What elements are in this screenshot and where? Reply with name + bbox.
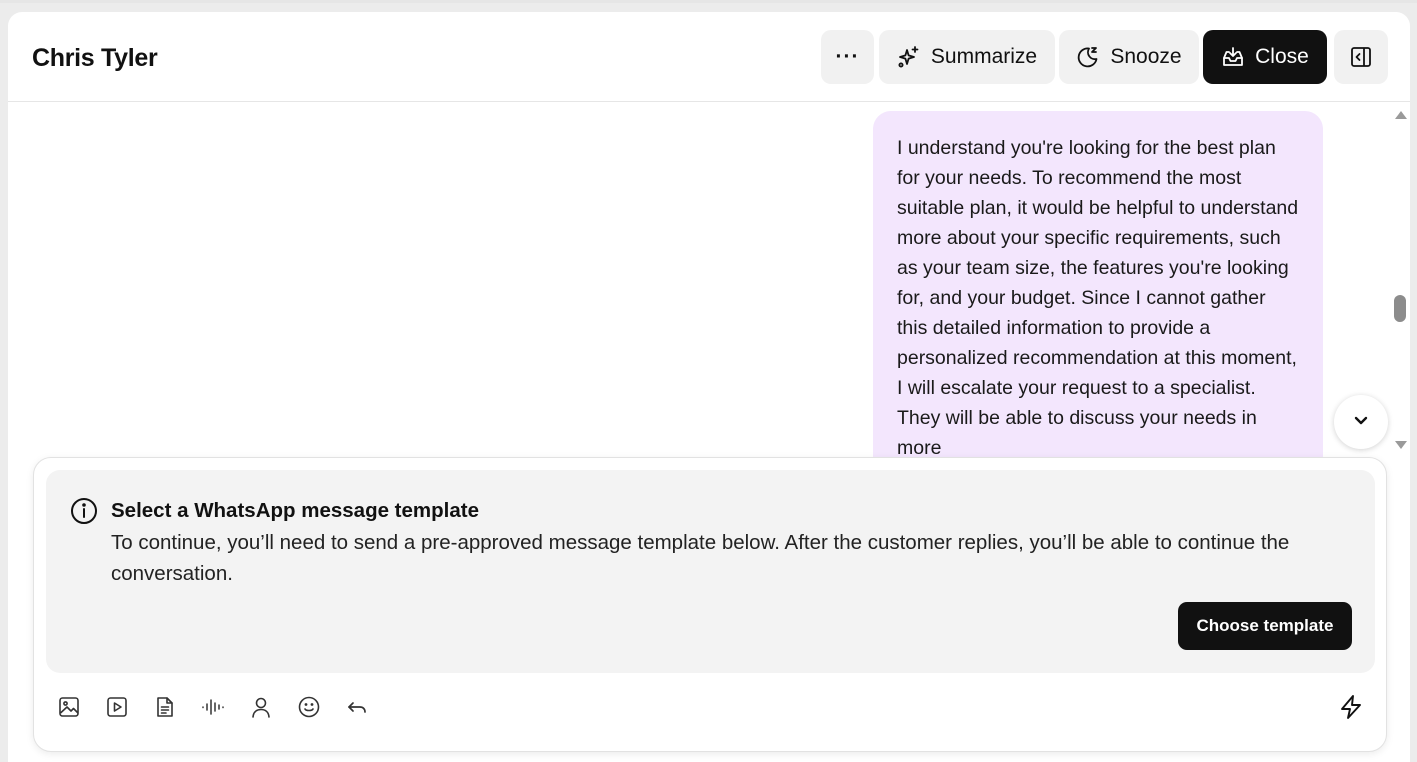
close-label: Close (1255, 45, 1309, 68)
more-icon: ··· (835, 45, 860, 68)
info-icon (70, 497, 98, 530)
scroll-down-arrow[interactable] (1395, 441, 1407, 449)
sparkles-icon (897, 45, 921, 69)
emoji-icon[interactable] (296, 694, 322, 720)
image-icon[interactable] (56, 694, 82, 720)
conversation-panel: Chris Tyler ··· Summarize Snooze Close I… (8, 12, 1410, 762)
template-notice: Select a WhatsApp message template To co… (46, 470, 1375, 673)
scroll-to-bottom-button[interactable] (1334, 395, 1388, 449)
document-icon[interactable] (152, 694, 178, 720)
scrollbar-thumb[interactable] (1394, 295, 1406, 322)
snooze-button[interactable]: Snooze (1059, 30, 1199, 84)
close-conversation-button[interactable]: Close (1203, 30, 1327, 84)
toggle-sidebar-button[interactable] (1334, 30, 1388, 84)
inbox-download-icon (1221, 45, 1245, 69)
more-options-button[interactable]: ··· (821, 30, 874, 84)
snooze-label: Snooze (1110, 45, 1182, 68)
bolt-icon[interactable] (1338, 694, 1364, 720)
notice-body: To continue, you’ll need to send a pre-a… (111, 531, 1290, 585)
video-icon[interactable] (104, 694, 130, 720)
choose-template-button[interactable]: Choose template (1178, 602, 1352, 650)
scrollbar[interactable] (1390, 103, 1410, 463)
sidebar-toggle-icon (1350, 46, 1372, 68)
composer: Select a WhatsApp message template To co… (33, 457, 1387, 752)
composer-toolbar (56, 694, 392, 720)
outgoing-message-bubble: I understand you're looking for the best… (873, 111, 1323, 463)
audio-icon[interactable] (200, 694, 226, 720)
moon-icon (1076, 45, 1100, 69)
reply-icon[interactable] (344, 694, 370, 720)
message-list[interactable]: I understand you're looking for the best… (8, 103, 1410, 463)
notice-title: Select a WhatsApp message template (111, 499, 479, 522)
conversation-header: Chris Tyler ··· Summarize Snooze Close (8, 12, 1410, 102)
contact-icon[interactable] (248, 694, 274, 720)
scroll-up-arrow[interactable] (1395, 111, 1407, 119)
summarize-button[interactable]: Summarize (879, 30, 1055, 84)
chevron-down-icon (1351, 410, 1371, 435)
top-divider (0, 0, 1417, 3)
contact-name: Chris Tyler (32, 44, 158, 72)
summarize-label: Summarize (930, 45, 1038, 68)
